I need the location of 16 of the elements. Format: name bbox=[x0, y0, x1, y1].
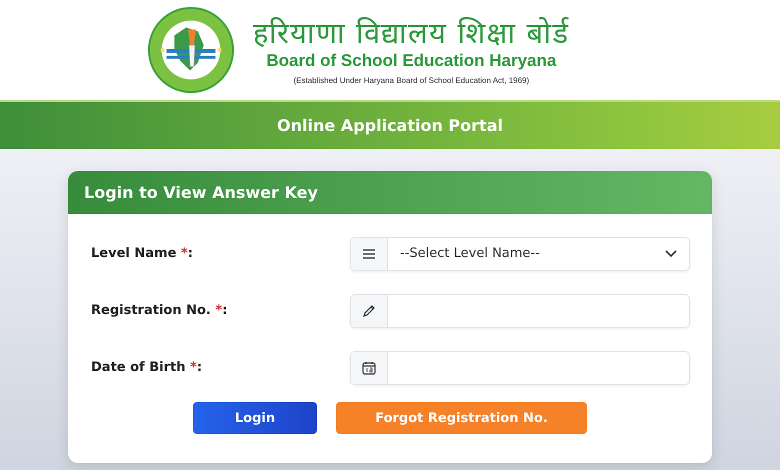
hindi-title: हरियाणा विद्यालय शिक्षा बोर्ड bbox=[253, 16, 570, 50]
list-icon bbox=[363, 248, 375, 258]
banner-title: Online Application Portal bbox=[277, 116, 503, 135]
field-label: Date of Birth *: bbox=[91, 360, 204, 375]
card-title: Login to View Answer Key bbox=[84, 183, 318, 202]
calendar-icon bbox=[362, 360, 376, 374]
field-label: Registration No. *: bbox=[91, 303, 228, 318]
level-select[interactable]: --Select Level Name-- bbox=[350, 236, 690, 270]
subtitle: (Established Under Haryana Board of School Education Act, 1969) bbox=[293, 76, 530, 84]
caret-icon bbox=[665, 250, 677, 258]
field-label: Level Name *: bbox=[91, 246, 194, 261]
english-title: Board of School Education Haryana bbox=[266, 50, 556, 72]
date-field[interactable] bbox=[350, 350, 690, 384]
login-button[interactable]: Login bbox=[193, 402, 317, 434]
input-field[interactable] bbox=[350, 294, 690, 328]
pencil-icon bbox=[362, 304, 376, 318]
